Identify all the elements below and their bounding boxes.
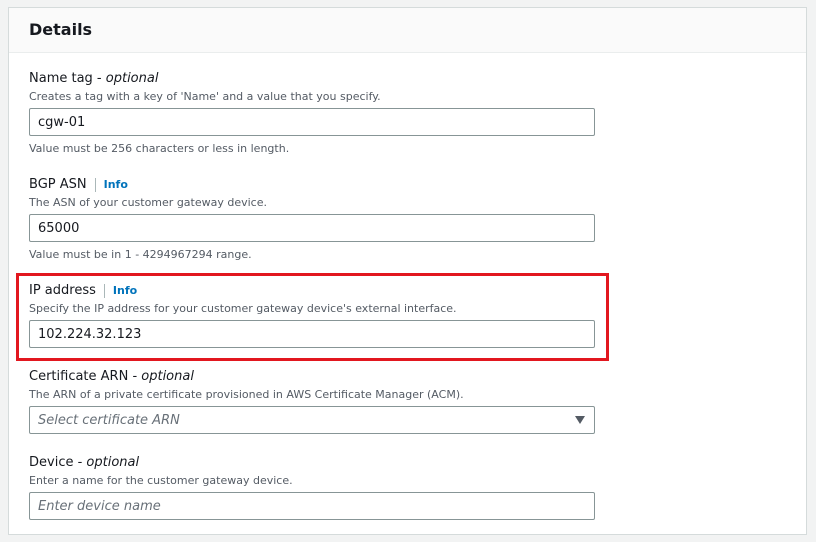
certificate-arn-label-row: Certificate ARN - optional	[29, 368, 595, 385]
optional-label: optional	[105, 71, 159, 86]
ip-address-label: IP address	[29, 283, 96, 298]
device-description: Enter a name for the customer gateway de…	[29, 474, 293, 487]
panel-title: Details	[29, 20, 93, 39]
bgp-asn-input[interactable]	[29, 214, 595, 242]
optional-label: optional	[86, 455, 140, 470]
bgp-asn-constraint: Value must be in 1 - 4294967294 range.	[29, 248, 252, 261]
label-divider	[94, 177, 96, 192]
ip-address-field: IP address Info Specify the IP address f…	[29, 282, 595, 348]
label-divider	[103, 283, 105, 298]
bgp-asn-info-link[interactable]: Info	[104, 178, 128, 191]
bgp-asn-label: BGP ASN	[29, 177, 87, 192]
ip-address-info-link[interactable]: Info	[113, 284, 137, 297]
device-field: Device - optional Enter a name for the c…	[29, 454, 595, 520]
certificate-arn-select[interactable]: Select certificate ARN	[29, 406, 595, 434]
device-label-row: Device - optional	[29, 454, 595, 471]
certificate-arn-description: The ARN of a private certificate provisi…	[29, 388, 464, 401]
optional-label: optional	[141, 369, 194, 384]
details-panel: Details Name tag - optional Creates a ta…	[8, 7, 807, 535]
name-tag-description: Creates a tag with a key of 'Name' and a…	[29, 90, 381, 103]
ip-address-input[interactable]	[29, 320, 595, 348]
certificate-arn-placeholder: Select certificate ARN	[38, 412, 180, 428]
ip-address-label-row: IP address Info	[29, 282, 595, 299]
certificate-arn-label: Certificate ARN - optional	[29, 369, 194, 384]
caret-down-icon	[575, 416, 585, 424]
device-name-input[interactable]	[29, 492, 595, 520]
name-tag-input[interactable]	[29, 108, 595, 136]
name-tag-label: Name tag - optional	[29, 71, 159, 86]
bgp-asn-field: BGP ASN Info The ASN of your customer ga…	[29, 176, 595, 262]
bgp-asn-description: The ASN of your customer gateway device.	[29, 196, 267, 209]
device-label: Device - optional	[29, 455, 140, 470]
name-tag-label-row: Name tag - optional	[29, 70, 595, 87]
name-tag-field: Name tag - optional Creates a tag with a…	[29, 70, 595, 156]
name-tag-constraint: Value must be 256 characters or less in …	[29, 142, 290, 155]
ip-address-description: Specify the IP address for your customer…	[29, 302, 457, 315]
panel-header: Details	[9, 8, 806, 53]
certificate-arn-field: Certificate ARN - optional The ARN of a …	[29, 368, 595, 434]
bgp-asn-label-row: BGP ASN Info	[29, 176, 595, 193]
